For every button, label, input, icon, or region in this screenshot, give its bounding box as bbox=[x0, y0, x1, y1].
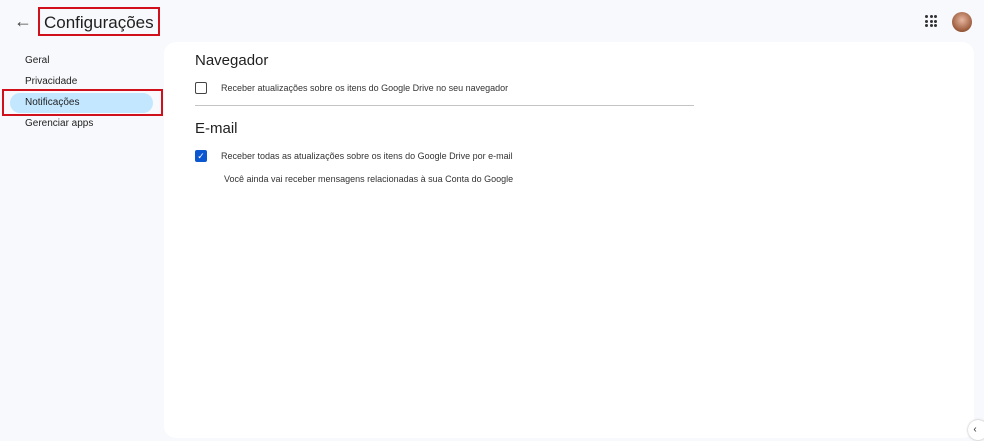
browser-option-row: Receber atualizações sobre os itens do G… bbox=[195, 82, 508, 94]
email-note: Você ainda vai receber mensagens relacio… bbox=[224, 174, 514, 184]
avatar[interactable] bbox=[952, 12, 972, 32]
apps-grid-icon[interactable] bbox=[925, 15, 937, 27]
email-option-row: ✓ Receber todas as atualizações sobre os… bbox=[195, 150, 513, 162]
browser-updates-checkbox[interactable] bbox=[195, 82, 207, 94]
checkmark-icon: ✓ bbox=[197, 150, 205, 161]
page-title: Configurações bbox=[38, 7, 160, 36]
divider bbox=[195, 105, 694, 106]
email-heading: E-mail bbox=[195, 120, 238, 137]
collapse-chevron-icon[interactable]: ‹ bbox=[968, 420, 984, 440]
browser-heading: Navegador bbox=[195, 52, 269, 69]
email-option-label: Receber todas as atualizações sobre os i… bbox=[221, 151, 513, 161]
back-arrow-icon[interactable]: ← bbox=[14, 11, 34, 31]
highlight-box bbox=[2, 89, 163, 116]
email-updates-checkbox[interactable]: ✓ bbox=[195, 150, 207, 162]
sidebar-item-gerenciar-apps[interactable]: Gerenciar apps bbox=[10, 114, 160, 134]
settings-panel: Navegador Receber atualizações sobre os … bbox=[164, 42, 974, 438]
browser-option-label: Receber atualizações sobre os itens do G… bbox=[221, 83, 509, 93]
sidebar-item-geral[interactable]: Geral bbox=[10, 51, 160, 71]
